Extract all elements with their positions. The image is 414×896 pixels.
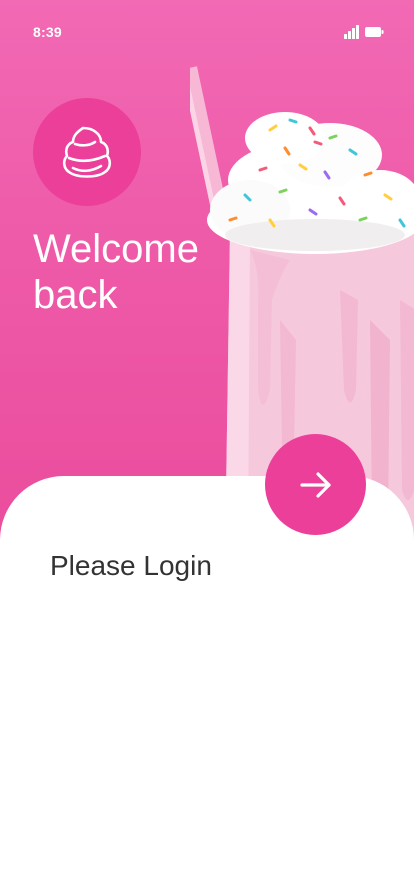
login-label: Please Login [50,550,212,581]
login-sheet [0,476,414,896]
battery-icon [365,27,384,37]
status-bar: 8:39 [0,0,414,64]
welcome-title: Welcome back [33,227,199,317]
next-button[interactable] [265,434,366,535]
whipped-cream-icon [62,126,112,178]
logo-badge [33,98,141,206]
status-time: 8:39 [33,24,62,40]
signal-bars-icon [344,25,359,39]
status-icons [344,24,384,40]
arrow-right-icon [299,471,331,498]
